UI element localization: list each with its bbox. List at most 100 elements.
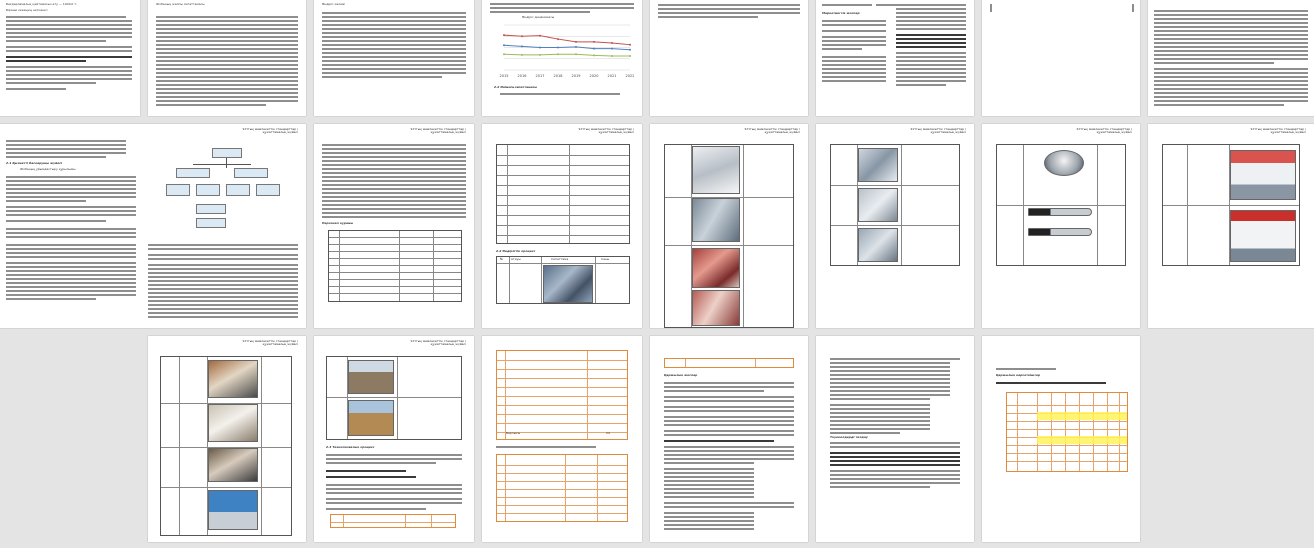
page-10: Ұлттық мемлекеттік стандарттар / құжатта… bbox=[314, 124, 474, 328]
page-11-table-title: 2.2 Өндірістік процесс bbox=[496, 249, 536, 253]
org-box-c bbox=[226, 184, 250, 196]
page-12: Ұлттық мемлекеттік стандарттар / құжатта… bbox=[650, 124, 808, 328]
photo-workshop-1 bbox=[692, 146, 740, 194]
page-1: Бағдарламалық қамтамасыз ету — 1400,0 т.… bbox=[0, 0, 140, 116]
chart-point bbox=[521, 53, 523, 56]
page-8 bbox=[1148, 0, 1314, 116]
page-15-header: Ұлттық мемлекеттік стандарттар / құжатта… bbox=[1250, 127, 1306, 135]
financial-table bbox=[1006, 392, 1128, 472]
page-17: Ұлттық мемлекеттік стандарттар / құжатта… bbox=[314, 336, 474, 542]
page-20: Тәуекелдерді талдау bbox=[816, 336, 974, 542]
process-table bbox=[496, 144, 630, 244]
page-18: Барлығы 24 bbox=[482, 336, 642, 542]
photo-farm-2 bbox=[348, 400, 394, 436]
page-9: Ұлттық мемлекеттік стандарттар / құжатта… bbox=[0, 124, 306, 328]
chart-point bbox=[557, 53, 559, 56]
chart-point bbox=[593, 47, 595, 50]
org-box-r1 bbox=[234, 168, 268, 178]
chart-title: Өндіріс динамикасы bbox=[522, 15, 555, 19]
chart-point bbox=[503, 53, 505, 56]
photo-meat-2 bbox=[692, 290, 740, 326]
org-box-b bbox=[196, 184, 220, 196]
chart-point bbox=[575, 40, 577, 43]
equipment-table: № Атауы Сипаттама Саны bbox=[496, 256, 630, 304]
equipment-photo bbox=[543, 265, 593, 303]
page-13: Ұлттық мемлекеттік стандарттар / құжатта… bbox=[816, 124, 974, 328]
chart-point bbox=[629, 48, 631, 51]
chart-point bbox=[575, 45, 577, 48]
page-17-section: 2.3 Технологиялық процесс bbox=[326, 445, 375, 449]
chart-x-tick-label: 2020 bbox=[590, 74, 599, 78]
chart-point bbox=[593, 40, 595, 43]
chart-point bbox=[521, 45, 523, 48]
org-box-e bbox=[196, 204, 226, 214]
small-orange-table bbox=[330, 514, 456, 528]
photo-knife-1 bbox=[1028, 208, 1092, 216]
org-box-l1 bbox=[176, 168, 210, 178]
page-4-section: 2.2 Өнімнің сипаттамасы bbox=[494, 85, 538, 89]
totals-label: Барлығы bbox=[506, 431, 521, 435]
chart-x-tick-label: 2018 bbox=[554, 74, 563, 78]
chart-point bbox=[575, 53, 577, 56]
page-16: Ұлттық мемлекеттік стандарттар / құжатта… bbox=[148, 336, 306, 542]
photo-room-1 bbox=[208, 360, 258, 398]
page-2-line: Жобаның жалпы сипаттамасы bbox=[156, 2, 205, 6]
chart-x-tick-label: 2022 bbox=[626, 74, 634, 78]
equipment-header-2: Сипаттама bbox=[551, 257, 569, 261]
page-19: Қаржылық жоспар bbox=[650, 336, 808, 542]
orange-table-3 bbox=[664, 358, 794, 368]
page-3-line: Өндіріс көлемі bbox=[322, 2, 346, 6]
photo-shop-2 bbox=[1230, 210, 1296, 262]
line-chart: 2015 2016 2017 2018 2019 2020 2021 2022 bbox=[500, 24, 634, 78]
chart-point bbox=[557, 46, 559, 49]
page-12-header: Ұлттық мемлекеттік стандарттар / құжатта… bbox=[744, 127, 800, 135]
chart-point bbox=[629, 54, 631, 57]
page-13-header: Ұлттық мемлекеттік стандарттар / құжатта… bbox=[910, 127, 966, 135]
equipment-header-1: Атауы bbox=[511, 257, 521, 261]
page-3: Өндіріс көлемі bbox=[314, 0, 474, 116]
page-4: Өндіріс динамикасы 2015 2016 2017 2018 2019 2… bbox=[482, 0, 642, 116]
org-box-d bbox=[256, 184, 280, 196]
page-6: Маркетингтік жоспар bbox=[816, 0, 974, 116]
staff-table bbox=[328, 230, 462, 302]
page-10-section: Персонал құрамы bbox=[322, 221, 354, 225]
page-1-line-b: Бірінші кезеңнің нәтижесі bbox=[6, 8, 48, 12]
totals-value: 24 bbox=[606, 431, 610, 435]
page-5 bbox=[650, 0, 808, 116]
orange-table-1 bbox=[496, 350, 628, 440]
chart-point bbox=[539, 34, 541, 37]
chart-point bbox=[557, 38, 559, 41]
chart-point bbox=[503, 44, 505, 47]
page-21-section: Қаржылық көрсеткіштер bbox=[996, 373, 1041, 377]
chart-point bbox=[539, 46, 541, 49]
org-box-top bbox=[212, 148, 242, 158]
page-10-header: Ұлттық мемлекеттік стандарттар / құжатта… bbox=[410, 127, 466, 135]
page-14: Ұлттық мемлекеттік стандарттар / құжатта… bbox=[982, 124, 1140, 328]
chart-x-tick-label: 2019 bbox=[572, 74, 581, 78]
photo-farm-1 bbox=[348, 360, 394, 394]
photo-machine-3 bbox=[858, 228, 898, 262]
chart-x-tick-label: 2017 bbox=[536, 74, 545, 78]
page-11-header: Ұлттық мемлекеттік стандарттар / құжатта… bbox=[578, 127, 634, 135]
page-6-section: Маркетингтік жоспар bbox=[822, 11, 860, 15]
page-7 bbox=[982, 0, 1140, 116]
page-9-header: Ұлттық мемлекеттік стандарттар / құжатта… bbox=[242, 127, 298, 135]
chart-point bbox=[611, 54, 613, 57]
photo-knife-2 bbox=[1028, 228, 1092, 236]
page-1-line-a: Бағдарламалық қамтамасыз ету — 1400,0 т. bbox=[6, 2, 77, 6]
photo-room-3 bbox=[208, 448, 258, 482]
page-11: Ұлттық мемлекеттік стандарттар / құжатта… bbox=[482, 124, 642, 328]
orange-table-2 bbox=[496, 454, 628, 522]
chart-point bbox=[611, 47, 613, 50]
page-19-section: Қаржылық жоспар bbox=[664, 373, 698, 377]
photo-shop-1 bbox=[1230, 150, 1296, 200]
chart-point bbox=[629, 43, 631, 46]
chart-point bbox=[503, 34, 505, 37]
photo-workshop-2 bbox=[692, 198, 740, 242]
page-21: Қаржылық көрсеткіштер bbox=[982, 336, 1140, 542]
photo-machine-1 bbox=[858, 148, 898, 182]
equipment-header-3: Саны bbox=[601, 257, 610, 261]
photo-trailer bbox=[208, 490, 258, 530]
page-20-section: Тәуекелдерді талдау bbox=[830, 435, 868, 439]
photo-machine-2 bbox=[858, 188, 898, 222]
